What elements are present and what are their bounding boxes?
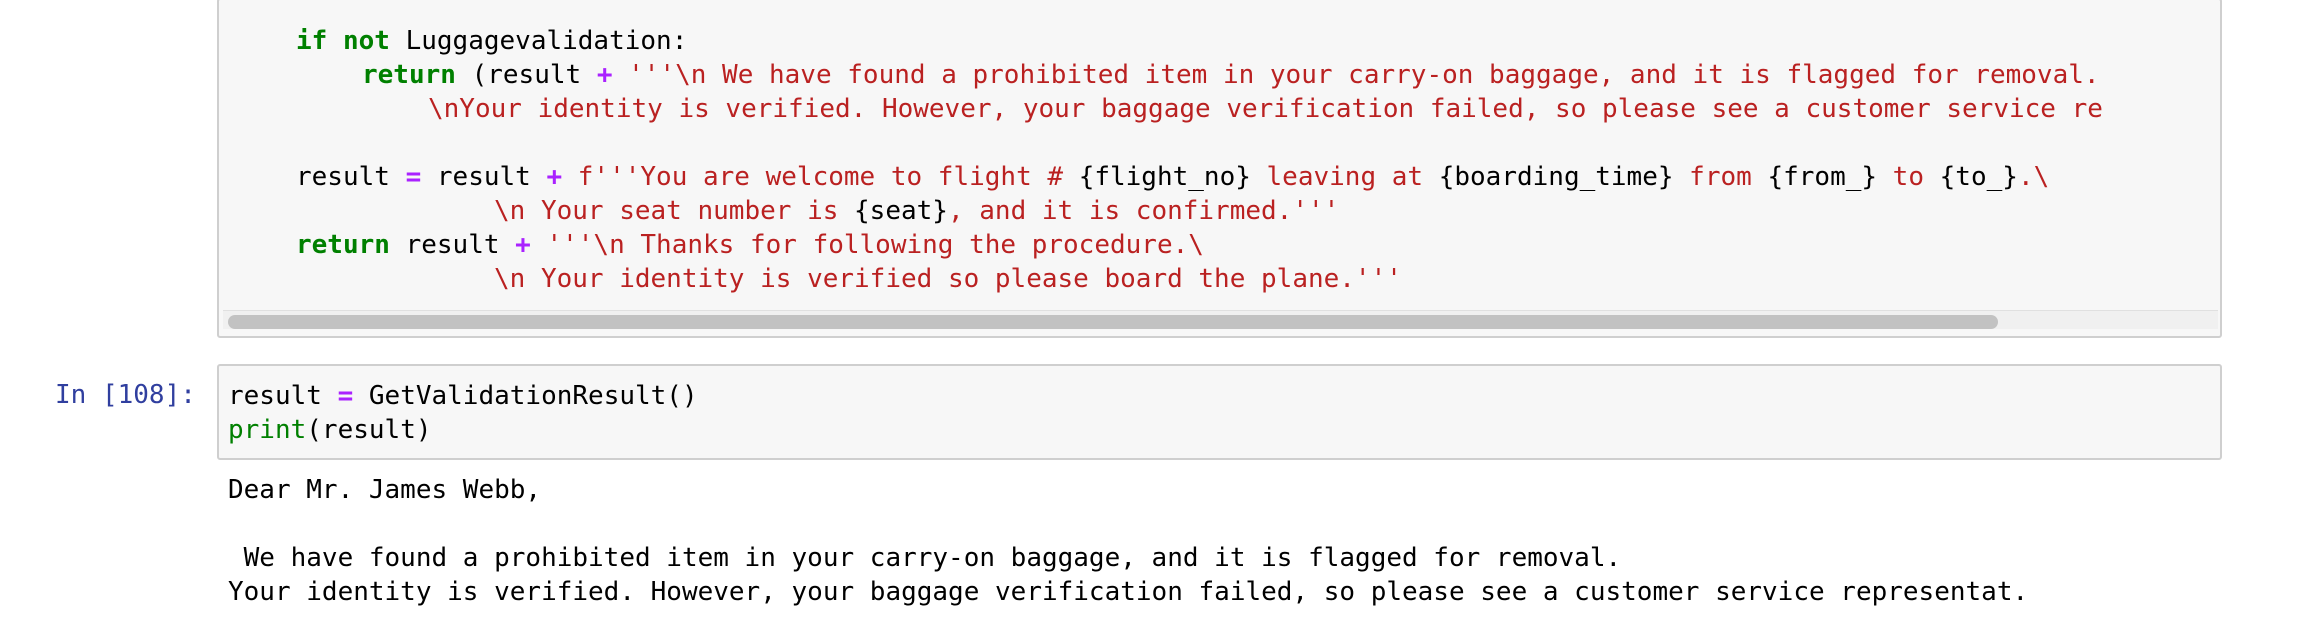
input-prompt: In [108]: (55, 380, 196, 410)
code-line: \n Your seat number is {seat}, and it is… (494, 196, 1340, 226)
code-line: \nYour identity is verified. However, yo… (428, 94, 2103, 124)
output-line: We have found a prohibited item in your … (228, 543, 1622, 573)
code-line: result = GetValidationResult() (228, 381, 698, 411)
code-line: return (result + '''\n We have found a p… (362, 60, 2100, 90)
output-line: Dear Mr. James Webb, (228, 475, 542, 505)
input-cell[interactable]: result = GetValidationResult() print(res… (217, 364, 2222, 460)
code-line: print(result) (228, 415, 432, 445)
code-line: if not Luggagevalidation: (296, 26, 688, 56)
scrollbar-thumb[interactable] (228, 315, 1998, 329)
code-line: return result + '''\n Thanks for followi… (296, 230, 1204, 260)
code-cell[interactable]: if not Luggagevalidation: return (result… (217, 0, 2222, 338)
code-line: \n Your identity is verified so please b… (494, 264, 1402, 294)
output-line: Your identity is verified. However, your… (228, 577, 2029, 607)
horizontal-scrollbar[interactable] (223, 310, 2218, 329)
code-line: result = result + f'''You are welcome to… (296, 162, 2050, 192)
